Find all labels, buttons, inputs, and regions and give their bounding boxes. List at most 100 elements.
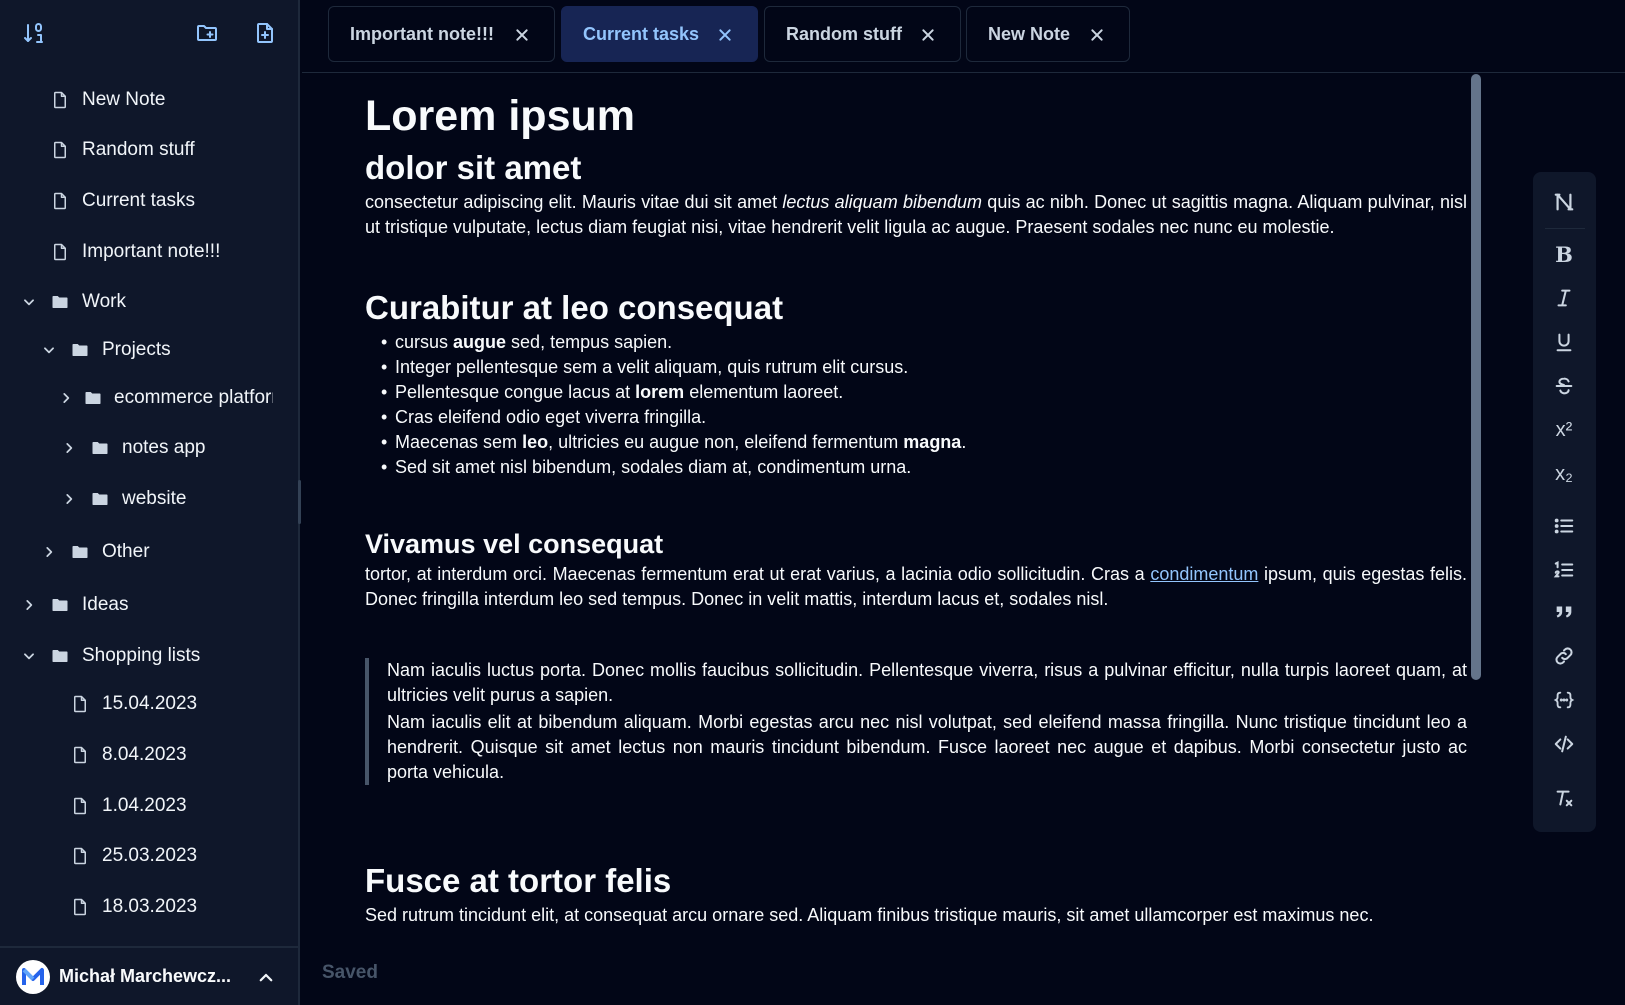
italic-icon[interactable] (1548, 282, 1580, 314)
strikethrough-icon[interactable] (1548, 370, 1580, 402)
list-item: Maecenas sem leo, ultricies eu augue non… (381, 430, 1467, 455)
tree-note-15-04-2023[interactable]: 15.04.2023 (70, 686, 197, 722)
tab-label: Random stuff (786, 23, 902, 44)
tree-folder-notes-app[interactable]: notes app (59, 430, 205, 466)
folder-icon (50, 292, 70, 312)
numbered-list-icon[interactable] (1548, 554, 1580, 586)
underline-icon[interactable] (1548, 326, 1580, 358)
tree-item-label: website (122, 488, 187, 509)
chevron-right-icon[interactable] (19, 595, 39, 615)
chevron-right-icon[interactable] (59, 388, 73, 408)
tree-item-label: Other (102, 541, 150, 562)
tab-random-stuff[interactable]: Random stuff (764, 6, 961, 62)
subscript-icon[interactable]: x₂ (1548, 458, 1580, 490)
tree-note-18-03-2023[interactable]: 18.03.2023 (70, 889, 197, 925)
inline-code-icon[interactable] (1548, 728, 1580, 760)
folder-icon (90, 489, 110, 509)
chevron-right-icon[interactable] (59, 438, 79, 458)
tab-label: Current tasks (583, 23, 700, 44)
tab-current-tasks[interactable]: Current tasks (561, 6, 758, 62)
superscript-icon[interactable]: x² (1548, 414, 1580, 446)
chevron-down-icon[interactable] (19, 646, 39, 666)
document-icon (50, 140, 70, 160)
tree-item-label: Random stuff (82, 139, 195, 160)
close-icon[interactable] (715, 25, 735, 45)
list-item: Sed sit amet nisl bibendum, sodales diam… (381, 455, 1467, 480)
section-heading: Fusce at tortor felis (365, 862, 672, 899)
list-item: Cras eleifend odio eget viverra fringill… (381, 405, 1467, 430)
tree-note-8-04-2023[interactable]: 8.04.2023 (70, 737, 187, 773)
tree-item-label: 18.03.2023 (102, 896, 198, 917)
close-icon[interactable] (918, 25, 938, 45)
editor-scrollbar[interactable] (1471, 74, 1481, 680)
tree-folder-ideas[interactable]: Ideas (19, 587, 128, 623)
close-icon[interactable] (512, 25, 532, 45)
doc-subtitle: dolor sit amet (365, 149, 582, 186)
chevron-down-icon[interactable] (39, 340, 59, 360)
tree-item-label: 15.04.2023 (102, 693, 198, 714)
user-name: Michał Marchewcz... (59, 966, 232, 986)
tree-item-label: Current tasks (82, 190, 195, 211)
clear-format-icon[interactable] (1548, 782, 1580, 814)
chevron-right-icon[interactable] (59, 489, 79, 509)
document-icon (50, 242, 70, 262)
tree-note-important-note[interactable]: Important note!!! (50, 234, 220, 270)
quote-paragraph: Nam iaculis luctus porta. Donec mollis f… (387, 660, 1467, 705)
tree-item-label: 1.04.2023 (102, 795, 187, 816)
code-block-icon[interactable] (1548, 684, 1580, 716)
tree-item-label: New Note (82, 89, 166, 110)
tab-label: Important note!!! (350, 23, 494, 44)
paragraph: Sed rutrum tincidunt elit, at consequat … (365, 905, 1374, 925)
tab-bar: Important note!!! Current tasks Random s… (302, 0, 1625, 73)
tree-item-label: ecommerce platform (114, 387, 273, 408)
tree-note-1-04-2023[interactable]: 1.04.2023 (70, 788, 187, 824)
chevron-right-icon[interactable] (39, 542, 59, 562)
document-icon (70, 745, 90, 765)
condimentum-link[interactable]: condimentum (1150, 564, 1258, 584)
folder-icon (90, 438, 110, 458)
editor[interactable]: Lorem ipsum dolor sit amet consectetur a… (302, 74, 1472, 1005)
document-icon (70, 796, 90, 816)
tree-folder-other[interactable]: Other (39, 534, 150, 570)
section-heading: Curabitur at leo consequat (365, 289, 784, 326)
tree-folder-website[interactable]: website (59, 481, 186, 517)
sort-icon[interactable] (21, 20, 47, 46)
tab-important-note[interactable]: Important note!!! (328, 6, 555, 62)
chevron-down-icon[interactable] (19, 292, 39, 312)
avatar (16, 959, 50, 994)
heading-icon[interactable] (1548, 186, 1580, 218)
bold-icon[interactable]: B (1548, 238, 1580, 270)
tab-new-note[interactable]: New Note (966, 6, 1130, 62)
sidebar-scrollbar[interactable] (298, 480, 301, 524)
tree-folder-ecommerce-platform[interactable]: ecommerce platform (59, 380, 273, 416)
tree-folder-shopping-lists[interactable]: Shopping lists (19, 638, 200, 674)
chevron-up-icon[interactable] (254, 966, 278, 990)
sidebar-toolbar (0, 0, 300, 66)
folder-icon (50, 595, 70, 615)
paragraph: tortor, at interdum orci. Maecenas ferme… (365, 564, 1467, 609)
document-content[interactable]: Lorem ipsum dolor sit amet consectetur a… (365, 88, 1467, 928)
new-note-icon[interactable] (252, 20, 278, 46)
folder-icon (70, 340, 90, 360)
link-icon[interactable] (1548, 640, 1580, 672)
close-icon[interactable] (1087, 25, 1107, 45)
doc-title: Lorem ipsum (365, 92, 635, 140)
tree-item-label: Work (82, 291, 126, 312)
tree-note-new-note[interactable]: New Note (50, 82, 165, 118)
list-item: Integer pellentesque sem a velit aliquam… (381, 355, 1467, 380)
new-folder-icon[interactable] (194, 20, 220, 46)
tree-note-random-stuff[interactable]: Random stuff (50, 132, 195, 168)
list-item: Pellentesque congue lacus at lorem eleme… (381, 380, 1467, 405)
bullet-list-icon[interactable] (1548, 510, 1580, 542)
tab-label: New Note (988, 23, 1071, 44)
tree-note-25-03-2023[interactable]: 25.03.2023 (70, 838, 197, 874)
folder-icon (70, 542, 90, 562)
tree-folder-projects[interactable]: Projects (39, 332, 171, 368)
quote-icon[interactable] (1548, 596, 1580, 628)
tree-folder-work[interactable]: Work (19, 284, 126, 320)
tree-note-current-tasks[interactable]: Current tasks (50, 183, 195, 219)
bullet-list: cursus augue sed, tempus sapien. Integer… (365, 330, 1467, 480)
paragraph: consectetur adipiscing elit. Mauris vita… (365, 192, 1468, 237)
user-menu[interactable]: Michał Marchewcz... (0, 946, 298, 1005)
blockquote: Nam iaculis luctus porta. Donec mollis f… (365, 658, 1467, 785)
